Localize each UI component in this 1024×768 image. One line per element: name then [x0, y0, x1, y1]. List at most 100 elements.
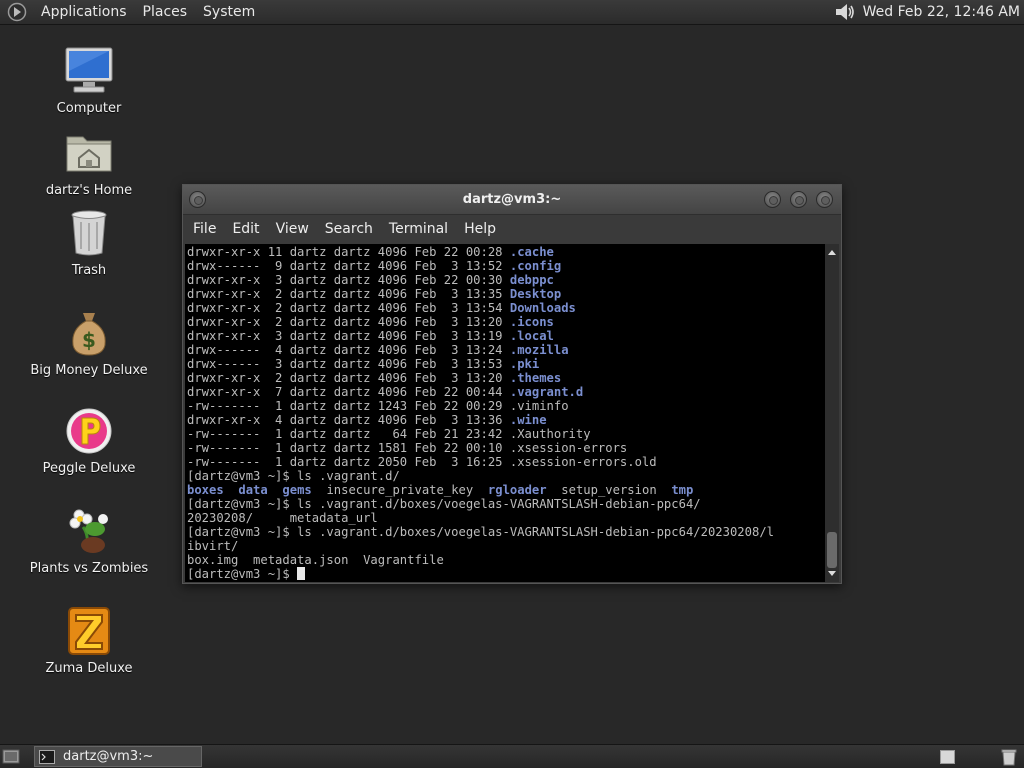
computer-icon	[65, 47, 113, 93]
terminal-line: [dartz@vm3 ~]$ ls .vagrant.d/boxes/voege…	[187, 525, 826, 539]
desktop-icon-label: Zuma Deluxe	[45, 661, 133, 676]
directory-name: Desktop	[509, 287, 562, 301]
top-panel: Applications Places System Wed Feb 22, 1…	[0, 0, 1024, 25]
maximize-icon[interactable]	[790, 191, 807, 208]
window-title: dartz@vm3:~	[462, 192, 562, 207]
desktop-icon-big-money[interactable]: $ Big Money Deluxe	[28, 307, 150, 378]
desktop-icon-label: Trash	[71, 263, 107, 278]
directory-name: gems	[282, 483, 312, 497]
desktop-icon-zuma[interactable]: Zuma Deluxe	[28, 605, 150, 676]
terminal-output[interactable]: drwxr-xr-x 11 dartz dartz 4096 Feb 22 00…	[185, 244, 826, 582]
output-text: drwxr-xr-x 3 dartz dartz 4096 Feb 22 00:…	[187, 273, 510, 287]
trash-applet-icon[interactable]	[1000, 748, 1018, 766]
output-text: drwxr-xr-x 2 dartz dartz 4096 Feb 3 13:2…	[187, 315, 510, 329]
taskbar-label: dartz@vm3:~	[63, 749, 154, 764]
output-text: box.img metadata.json Vagrantfile	[187, 553, 444, 567]
terminal-icon	[39, 749, 55, 764]
file-name: .Xauthority	[509, 427, 591, 441]
desktop-icon-pvz[interactable]: Plants vs Zombies	[28, 505, 150, 576]
directory-name: data	[238, 483, 268, 497]
system-menu[interactable]: System	[195, 0, 263, 25]
show-desktop-icon[interactable]	[2, 748, 20, 765]
directory-name: .themes	[509, 371, 562, 385]
directory-name: .vagrant.d	[509, 385, 584, 399]
scroll-up-icon[interactable]	[825, 246, 839, 258]
output-text: 20230208/ metadata_url	[187, 511, 378, 525]
output-text: -rw------- 1 dartz dartz 2050 Feb 3 16:2…	[187, 455, 510, 469]
output-text: -rw------- 1 dartz dartz 1243 Feb 22 00:…	[187, 399, 510, 413]
output-text: drwx------ 9 dartz dartz 4096 Feb 3 13:5…	[187, 259, 510, 273]
file-name: .xsession-errors.old	[509, 455, 657, 469]
directory-name: .config	[509, 259, 562, 273]
menu-help[interactable]: Help	[456, 215, 504, 243]
directory-name: .pki	[509, 357, 540, 371]
directory-name: Downloads	[509, 301, 576, 315]
panel-tray: Wed Feb 22, 12:46 AM	[833, 1, 1020, 23]
desktop-icon-label: Computer	[56, 101, 122, 116]
desktop-icon-trash[interactable]: Trash	[28, 207, 150, 278]
output-text: [dartz@vm3 ~]$ ls .vagrant.d/boxes/voege…	[187, 497, 701, 511]
desktop-icon-label: dartz's Home	[45, 183, 133, 198]
output-text: drwxr-xr-x 7 dartz dartz 4096 Feb 22 00:…	[187, 385, 510, 399]
applications-menu[interactable]: Applications	[33, 0, 135, 25]
menu-view[interactable]: View	[268, 215, 317, 243]
terminal-scrollbar[interactable]	[825, 244, 839, 582]
terminal-line: boxes data gems insecure_private_key rgl…	[187, 483, 826, 497]
main-menu-icon[interactable]	[7, 2, 27, 22]
directory-name: .mozilla	[509, 343, 569, 357]
close-icon[interactable]	[816, 191, 833, 208]
output-text: drwxr-xr-x 2 dartz dartz 4096 Feb 3 13:2…	[187, 371, 510, 385]
desktop-icon-peggle[interactable]: Peggle Deluxe	[28, 405, 150, 476]
terminal-line: -rw------- 1 dartz dartz 1243 Feb 22 00:…	[187, 399, 826, 413]
workspace-switcher[interactable]	[940, 750, 955, 764]
terminal-line: drwx------ 9 dartz dartz 4096 Feb 3 13:5…	[187, 259, 826, 273]
output-text: drwx------ 3 dartz dartz 4096 Feb 3 13:5…	[187, 357, 510, 371]
home-folder-icon	[66, 136, 112, 172]
desktop-icon-label: Plants vs Zombies	[29, 561, 149, 576]
window-titlebar[interactable]: dartz@vm3:~	[183, 185, 841, 215]
output-text: -rw------- 1 dartz dartz 1581 Feb 22 00:…	[187, 441, 510, 455]
output-text: [dartz@vm3 ~]$ ls .vagrant.d/boxes/voege…	[187, 525, 774, 539]
menu-terminal[interactable]: Terminal	[381, 215, 456, 243]
places-menu[interactable]: Places	[135, 0, 196, 25]
output-text: drwxr-xr-x 2 dartz dartz 4096 Feb 3 13:5…	[187, 301, 510, 315]
output-text: insecure_private_key	[311, 483, 488, 497]
desktop-icon-computer[interactable]: Computer	[28, 45, 150, 116]
desktop-icon-label: Peggle Deluxe	[42, 461, 136, 476]
output-text: drwxr-xr-x 11 dartz dartz 4096 Feb 22 00…	[187, 245, 510, 259]
directory-name: tmp	[671, 483, 694, 497]
terminal-line: [dartz@vm3 ~]$	[187, 567, 826, 581]
desktop-icon-home[interactable]: dartz's Home	[28, 127, 150, 198]
terminal-line: -rw------- 1 dartz dartz 64 Feb 21 23:42…	[187, 427, 826, 441]
terminal-line: drwxr-xr-x 3 dartz dartz 4096 Feb 3 13:1…	[187, 329, 826, 343]
minimize-icon[interactable]	[764, 191, 781, 208]
terminal-line: drwxr-xr-x 2 dartz dartz 4096 Feb 3 13:3…	[187, 287, 826, 301]
output-text: [dartz@vm3 ~]$	[187, 567, 298, 581]
scrollbar-thumb[interactable]	[827, 532, 837, 568]
money-bag-icon: $	[72, 313, 106, 356]
output-text: drwxr-xr-x 3 dartz dartz 4096 Feb 3 13:1…	[187, 329, 510, 343]
menu-file[interactable]: File	[185, 215, 224, 243]
taskbar-terminal-button[interactable]: dartz@vm3:~	[34, 746, 202, 767]
output-text: drwxr-xr-x 2 dartz dartz 4096 Feb 3 13:3…	[187, 287, 510, 301]
menu-edit[interactable]: Edit	[224, 215, 267, 243]
output-text: [dartz@vm3 ~]$ ls .vagrant.d/	[187, 469, 400, 483]
peggle-icon	[66, 408, 112, 454]
volume-icon[interactable]	[833, 1, 857, 23]
terminal-line: drwxr-xr-x 2 dartz dartz 4096 Feb 3 13:2…	[187, 315, 826, 329]
terminal-line: [dartz@vm3 ~]$ ls .vagrant.d/	[187, 469, 826, 483]
clock[interactable]: Wed Feb 22, 12:46 AM	[863, 4, 1020, 20]
terminal-menubar: File Edit View Search Terminal Help	[183, 215, 841, 243]
trash-icon	[71, 210, 107, 256]
output-text: drwxr-xr-x 4 dartz dartz 4096 Feb 3 13:3…	[187, 413, 510, 427]
terminal-line: 20230208/ metadata_url	[187, 511, 826, 525]
directory-name: boxes	[187, 483, 224, 497]
scroll-down-icon[interactable]	[825, 568, 839, 580]
directory-name: .wine	[509, 413, 547, 427]
file-name: .xsession-errors	[509, 441, 628, 455]
desktop-icon-label: Big Money Deluxe	[30, 363, 148, 378]
terminal-window[interactable]: dartz@vm3:~ File Edit View Search Termin…	[182, 184, 842, 584]
menu-search[interactable]: Search	[317, 215, 381, 243]
output-text: ibvirt/	[187, 539, 239, 553]
